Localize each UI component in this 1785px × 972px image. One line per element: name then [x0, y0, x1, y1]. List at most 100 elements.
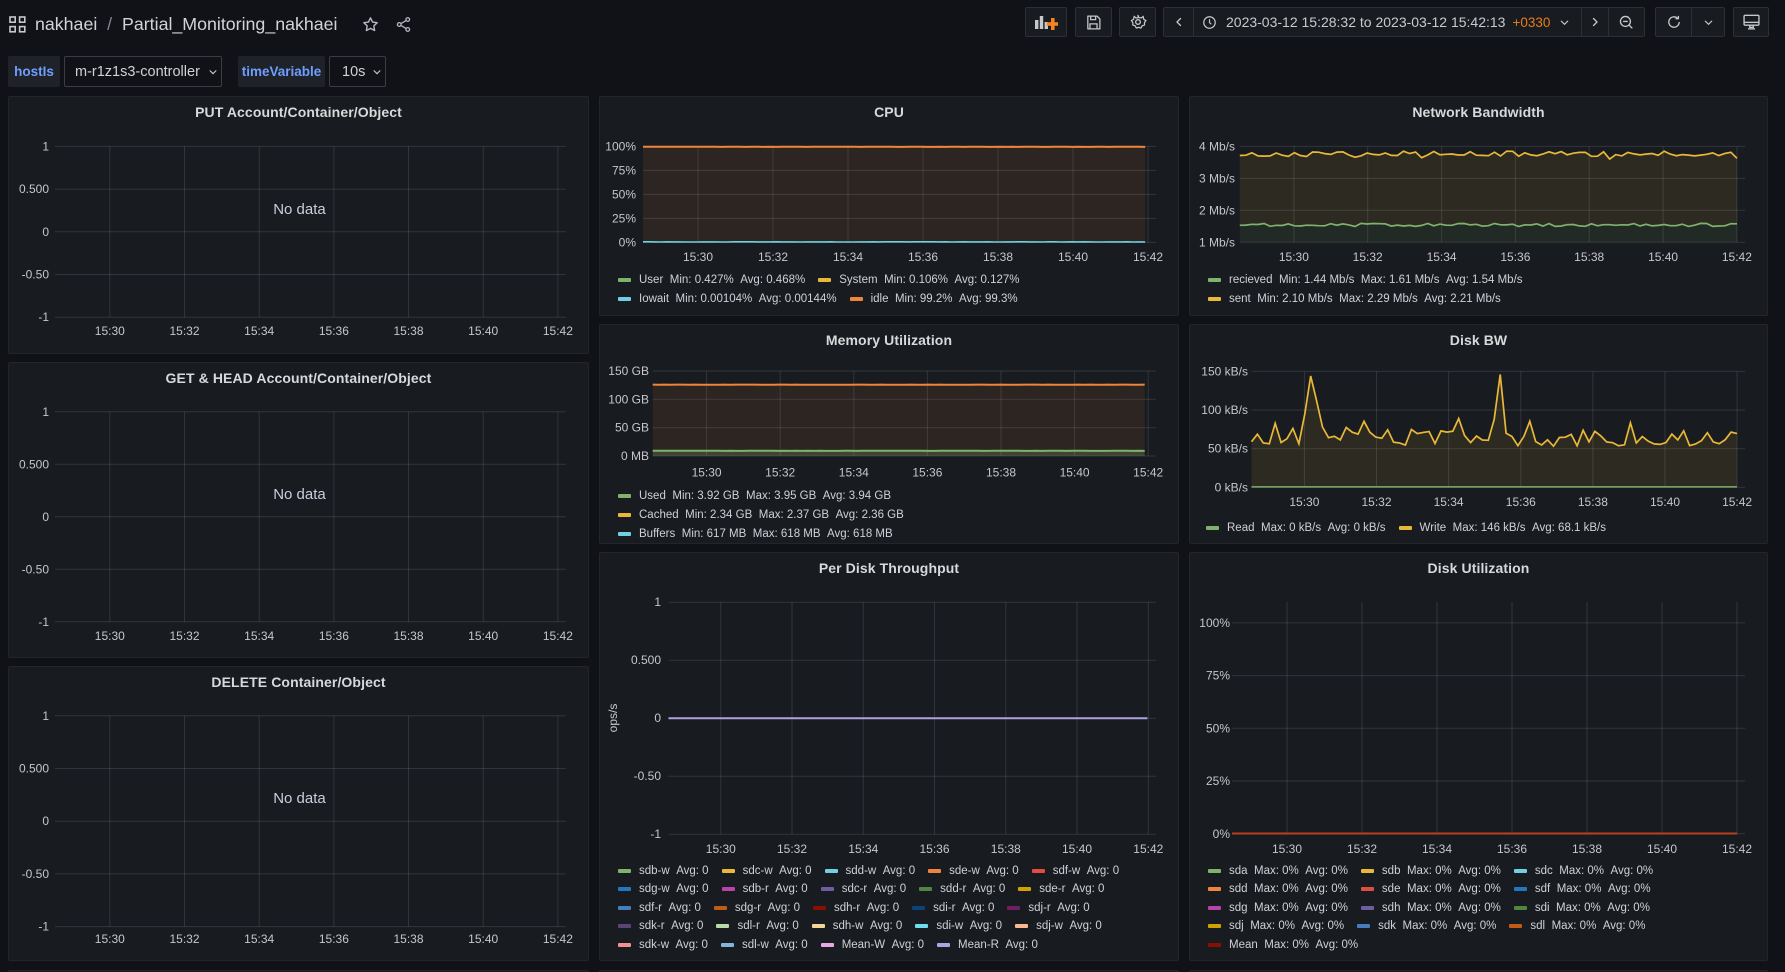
svg-text:15:32: 15:32: [169, 324, 199, 338]
svg-text:15:36: 15:36: [1500, 250, 1530, 264]
svg-text:15:36: 15:36: [919, 842, 949, 856]
svg-text:15:42: 15:42: [543, 629, 573, 643]
svg-text:15:36: 15:36: [319, 932, 349, 946]
svg-text:15:42: 15:42: [1722, 250, 1752, 264]
svg-text:0: 0: [654, 711, 661, 725]
svg-text:1: 1: [42, 405, 49, 419]
svg-text:15:36: 15:36: [1497, 842, 1527, 856]
svg-text:15:34: 15:34: [244, 932, 274, 946]
svg-text:No data: No data: [273, 790, 326, 807]
svg-text:15:38: 15:38: [1574, 250, 1604, 264]
svg-text:15:38: 15:38: [983, 250, 1013, 264]
svg-text:No data: No data: [273, 486, 326, 503]
svg-text:15:32: 15:32: [169, 932, 199, 946]
svg-text:0.500: 0.500: [19, 182, 49, 196]
svg-text:4 Mb/s: 4 Mb/s: [1199, 139, 1235, 153]
svg-text:15:30: 15:30: [1289, 495, 1319, 509]
svg-text:-0.50: -0.50: [22, 562, 50, 576]
svg-text:15:42: 15:42: [1722, 495, 1752, 509]
svg-text:1 Mb/s: 1 Mb/s: [1199, 235, 1235, 249]
svg-text:15:42: 15:42: [1133, 842, 1163, 856]
svg-text:2 Mb/s: 2 Mb/s: [1199, 203, 1235, 217]
svg-text:15:30: 15:30: [1279, 250, 1309, 264]
svg-text:15:36: 15:36: [319, 629, 349, 643]
svg-text:15:30: 15:30: [683, 250, 713, 264]
svg-text:0%: 0%: [619, 235, 637, 249]
svg-text:15:38: 15:38: [393, 932, 423, 946]
svg-text:15:36: 15:36: [908, 250, 938, 264]
svg-text:-1: -1: [38, 920, 49, 934]
svg-text:150 kB/s: 150 kB/s: [1201, 364, 1248, 378]
svg-text:15:40: 15:40: [1650, 495, 1680, 509]
svg-text:15:34: 15:34: [848, 842, 878, 856]
svg-text:0.500: 0.500: [19, 457, 49, 471]
svg-text:15:30: 15:30: [95, 932, 125, 946]
svg-text:ops/s: ops/s: [606, 704, 620, 733]
svg-text:15:40: 15:40: [1647, 842, 1677, 856]
svg-text:15:36: 15:36: [319, 324, 349, 338]
svg-text:-0.50: -0.50: [22, 867, 50, 881]
svg-text:0: 0: [42, 225, 49, 239]
svg-text:15:30: 15:30: [95, 324, 125, 338]
svg-text:15:30: 15:30: [692, 466, 722, 480]
svg-text:15:34: 15:34: [833, 250, 863, 264]
svg-text:15:34: 15:34: [1427, 250, 1457, 264]
svg-text:150 GB: 150 GB: [608, 364, 649, 378]
svg-text:15:30: 15:30: [706, 842, 736, 856]
svg-text:25%: 25%: [612, 211, 636, 225]
svg-text:15:36: 15:36: [912, 466, 942, 480]
svg-text:3 Mb/s: 3 Mb/s: [1199, 171, 1235, 185]
svg-text:0 MB: 0 MB: [621, 449, 649, 463]
svg-text:15:40: 15:40: [1648, 250, 1678, 264]
svg-text:15:42: 15:42: [1722, 842, 1752, 856]
svg-text:15:30: 15:30: [95, 629, 125, 643]
svg-text:15:34: 15:34: [1422, 842, 1452, 856]
svg-text:50 GB: 50 GB: [615, 421, 649, 435]
svg-text:No data: No data: [273, 201, 326, 218]
svg-text:15:34: 15:34: [1434, 495, 1464, 509]
svg-text:1: 1: [654, 595, 661, 609]
svg-text:100 kB/s: 100 kB/s: [1201, 403, 1248, 417]
svg-text:15:34: 15:34: [244, 629, 274, 643]
svg-text:0: 0: [42, 510, 49, 524]
svg-text:15:38: 15:38: [991, 842, 1021, 856]
svg-text:15:32: 15:32: [777, 842, 807, 856]
svg-text:15:36: 15:36: [1506, 495, 1536, 509]
svg-text:15:32: 15:32: [1353, 250, 1383, 264]
svg-text:100%: 100%: [605, 139, 636, 153]
svg-text:15:42: 15:42: [543, 324, 573, 338]
svg-text:-1: -1: [650, 827, 661, 841]
svg-text:100 GB: 100 GB: [608, 392, 649, 406]
svg-text:75%: 75%: [612, 163, 636, 177]
svg-text:-0.50: -0.50: [634, 769, 662, 783]
svg-text:15:32: 15:32: [169, 629, 199, 643]
svg-text:50 kB/s: 50 kB/s: [1208, 442, 1248, 456]
svg-text:50%: 50%: [612, 187, 636, 201]
svg-text:15:38: 15:38: [1578, 495, 1608, 509]
svg-text:100%: 100%: [1199, 616, 1230, 630]
svg-text:1: 1: [42, 139, 49, 153]
svg-text:-1: -1: [38, 310, 49, 324]
svg-text:15:42: 15:42: [543, 932, 573, 946]
svg-text:15:32: 15:32: [1347, 842, 1377, 856]
svg-text:0.500: 0.500: [631, 653, 661, 667]
svg-text:15:38: 15:38: [393, 324, 423, 338]
svg-text:25%: 25%: [1206, 774, 1230, 788]
svg-text:15:38: 15:38: [1572, 842, 1602, 856]
svg-text:75%: 75%: [1206, 669, 1230, 683]
svg-text:1: 1: [42, 709, 49, 723]
svg-text:15:40: 15:40: [1060, 466, 1090, 480]
svg-text:50%: 50%: [1206, 721, 1230, 735]
svg-text:15:30: 15:30: [1272, 842, 1302, 856]
svg-text:15:32: 15:32: [758, 250, 788, 264]
svg-text:15:32: 15:32: [1361, 495, 1391, 509]
svg-text:15:40: 15:40: [1062, 842, 1092, 856]
svg-text:-0.50: -0.50: [22, 268, 50, 282]
svg-text:0 kB/s: 0 kB/s: [1215, 480, 1248, 494]
svg-text:15:32: 15:32: [765, 466, 795, 480]
svg-text:15:40: 15:40: [468, 629, 498, 643]
svg-text:15:40: 15:40: [468, 932, 498, 946]
svg-text:15:42: 15:42: [1133, 466, 1163, 480]
svg-text:15:34: 15:34: [244, 324, 274, 338]
svg-text:15:38: 15:38: [393, 629, 423, 643]
